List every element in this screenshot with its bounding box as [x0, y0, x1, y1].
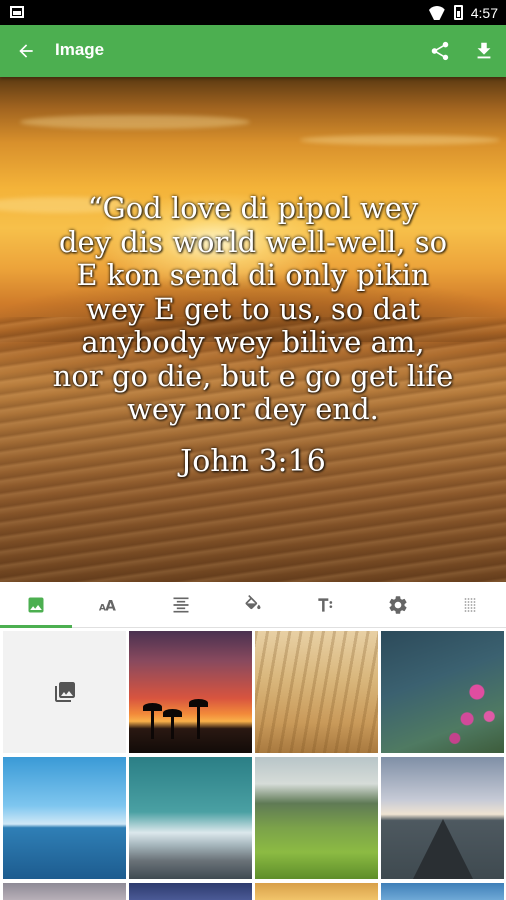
tab-text-color[interactable] [217, 582, 289, 627]
background-thumbnail-sea[interactable] [3, 757, 126, 879]
verse-reference[interactable]: John 3:16 [0, 444, 506, 479]
page-title: Image [55, 40, 105, 59]
arrow-back-icon [19, 44, 33, 58]
tab-settings[interactable] [361, 582, 433, 627]
background-thumbnail-flowers[interactable] [381, 631, 504, 753]
wifi-icon [428, 6, 446, 20]
image-icon [28, 597, 44, 612]
background-thumbnail[interactable] [3, 883, 126, 900]
tab-text-style[interactable] [289, 582, 361, 627]
share-button[interactable] [426, 37, 454, 65]
verse-line: wey E get to us, so dat [86, 291, 420, 326]
notification-icon [10, 6, 24, 18]
photo-library-icon [54, 682, 75, 702]
background-thumbnail-mountain[interactable] [129, 757, 252, 879]
status-bar: 4:57 [0, 0, 506, 25]
tab-opacity[interactable] [434, 582, 506, 627]
status-icons: 4:57 [428, 0, 498, 25]
download-icon [477, 42, 491, 59]
background-grid [0, 628, 506, 900]
verse-line: nor go die, but e go get life [52, 358, 454, 393]
align-center-icon [173, 597, 189, 612]
app-bar: Image [0, 25, 506, 77]
verse-line: “God love di pipol wey [87, 191, 419, 225]
background-thumbnail-wheat[interactable] [255, 631, 378, 753]
verse-line: E kon send di only pikin [76, 258, 430, 292]
verse-line: anybody wey bilive am, [81, 325, 425, 359]
font-size-icon: A A [99, 598, 117, 614]
download-button[interactable] [470, 37, 498, 65]
back-button[interactable] [12, 37, 40, 65]
tab-font-size[interactable]: A A [72, 582, 144, 627]
editor-tab-bar: A A [0, 582, 506, 628]
tab-text-align[interactable] [145, 582, 217, 627]
background-thumbnail-road[interactable] [381, 757, 504, 879]
svg-text:A: A [106, 598, 117, 614]
share-icon [431, 41, 449, 61]
paint-bucket-icon [245, 594, 261, 609]
text-style-icon [318, 597, 333, 612]
opacity-grid-icon [464, 597, 476, 612]
background-thumbnail[interactable] [381, 883, 504, 900]
battery-icon [453, 5, 463, 20]
gallery-picker-button[interactable] [3, 631, 126, 753]
tab-background-image[interactable] [0, 582, 73, 628]
background-thumbnail-sunset[interactable] [129, 631, 252, 753]
verse-text[interactable]: “God love di pipol wey dey dis world wel… [20, 191, 486, 427]
background-thumbnail[interactable] [129, 883, 252, 900]
settings-icon [388, 595, 407, 614]
status-time: 4:57 [470, 4, 498, 21]
verse-line: dey dis world well-well, so [58, 224, 448, 259]
verse-image-preview: “God love di pipol wey dey dis world wel… [0, 77, 506, 582]
background-thumbnail-valley[interactable] [255, 757, 378, 879]
verse-line: wey nor dey end. [127, 392, 379, 426]
background-thumbnail[interactable] [255, 883, 378, 900]
